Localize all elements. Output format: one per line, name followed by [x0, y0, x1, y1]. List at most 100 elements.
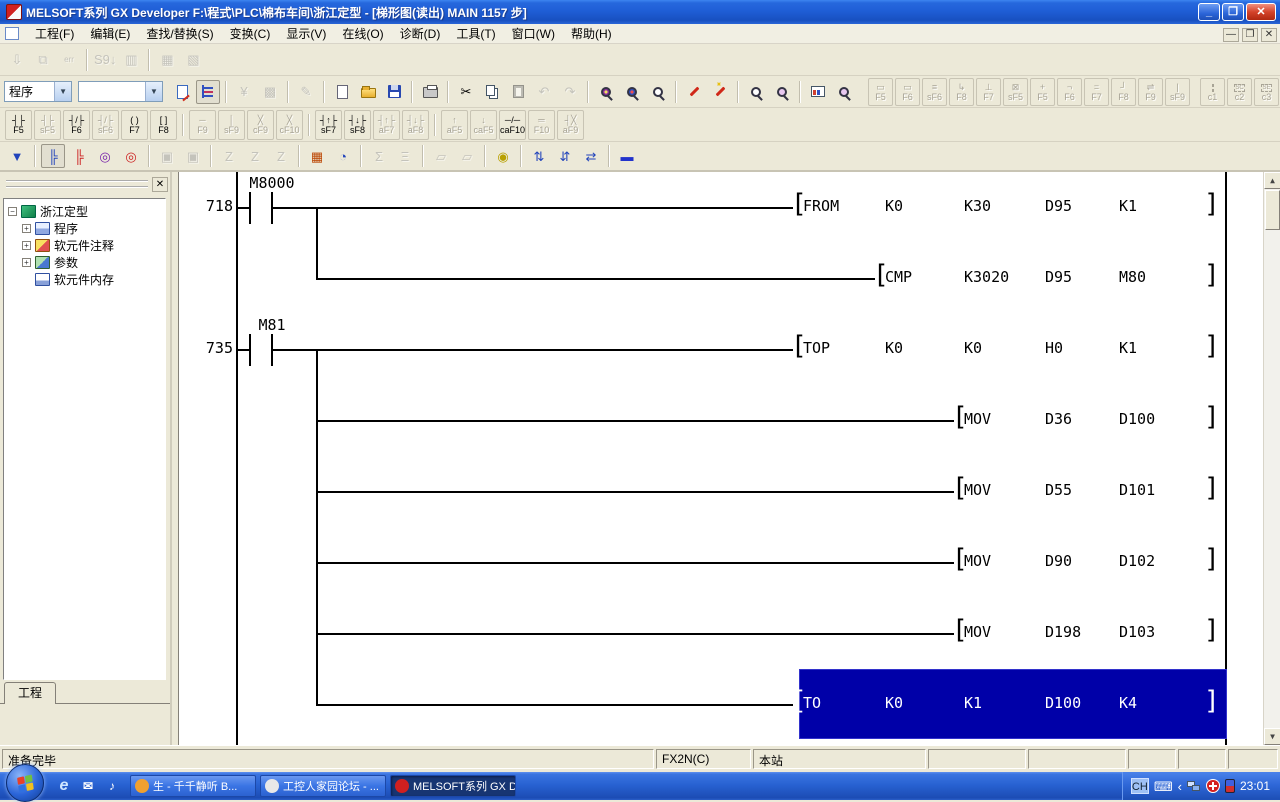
- zoom-in-button[interactable]: [770, 80, 794, 104]
- instruction-operand[interactable]: D95: [1045, 268, 1072, 286]
- write-mode-button[interactable]: ╠: [67, 144, 91, 168]
- instruction-operand[interactable]: M80: [1119, 268, 1146, 286]
- expand-icon[interactable]: +: [22, 241, 31, 250]
- tree-item-0[interactable]: +程序: [8, 220, 165, 237]
- falling-pulse-op-button[interactable]: ↓caF5: [470, 110, 497, 140]
- rising-pulse-op-button[interactable]: ↑aF5: [441, 110, 468, 140]
- delete-row-button[interactable]: ⇵: [553, 144, 577, 168]
- task-button-1[interactable]: 工控人家园论坛 - ...: [260, 775, 386, 797]
- quick-launch-outlook[interactable]: ✉: [78, 776, 98, 796]
- keyboard-icon[interactable]: ⌨: [1154, 780, 1173, 793]
- menu-item-4[interactable]: 显示(V): [278, 25, 334, 43]
- delete-vertical-line-button[interactable]: ╳cF10: [276, 110, 303, 140]
- network-icon[interactable]: [1187, 781, 1201, 792]
- tree-item-1[interactable]: +软元件注释: [8, 237, 165, 254]
- mdi-child-icon[interactable]: [5, 27, 19, 40]
- close-button[interactable]: ✕: [1246, 3, 1276, 21]
- vertical-line-button[interactable]: │sF9: [218, 110, 245, 140]
- copy-button[interactable]: [480, 80, 504, 104]
- instruction-operand[interactable]: D102: [1119, 552, 1155, 570]
- start-button[interactable]: [6, 764, 44, 802]
- contact-label[interactable]: M81: [227, 316, 317, 334]
- device-test-button[interactable]: ▼: [5, 144, 29, 168]
- falling-pulse-button[interactable]: ┤↓├sF8: [344, 110, 371, 140]
- collapse-icon[interactable]: −: [8, 207, 17, 216]
- menu-item-1[interactable]: 编辑(E): [82, 25, 138, 43]
- parallel-rising-pulse-button[interactable]: ┤↑├aF7: [373, 110, 400, 140]
- blank-combo[interactable]: ▼: [78, 81, 163, 102]
- zoom-out-button[interactable]: [744, 80, 768, 104]
- menu-item-5[interactable]: 在线(O): [334, 25, 391, 43]
- language-indicator[interactable]: CH: [1131, 778, 1149, 794]
- instruction-operand[interactable]: K1: [1119, 339, 1137, 357]
- print-button[interactable]: [418, 80, 442, 104]
- task-button-2[interactable]: MELSOFT系列 GX De...: [390, 775, 516, 797]
- instruction-name[interactable]: TO: [803, 694, 821, 712]
- menu-item-3[interactable]: 变换(C): [222, 25, 279, 43]
- project-data-list-button[interactable]: [170, 80, 194, 104]
- instruction-list-button[interactable]: ▬: [615, 144, 639, 168]
- parallel-falling-pulse-button[interactable]: ┤↓├aF8: [402, 110, 429, 140]
- find-string-button[interactable]: [646, 80, 670, 104]
- instruction-close-bracket[interactable]: ]: [1204, 404, 1220, 430]
- instruction-operand[interactable]: D36: [1045, 410, 1072, 428]
- coil-button[interactable]: ( )F7: [121, 110, 148, 140]
- instruction-operand[interactable]: D55: [1045, 481, 1072, 499]
- scrollbar-thumb[interactable]: [1265, 190, 1280, 230]
- instruction-close-bracket[interactable]: ]: [1204, 688, 1220, 714]
- instruction-operand[interactable]: K3020: [964, 268, 1009, 286]
- tab-project[interactable]: 工程: [4, 682, 56, 704]
- insert-column-button[interactable]: ⇄: [579, 144, 603, 168]
- mdi-minimize-button[interactable]: —: [1223, 28, 1239, 42]
- instruction-name[interactable]: MOV: [964, 552, 991, 570]
- circuit-search-button[interactable]: [832, 80, 856, 104]
- invert-operation-button[interactable]: ─/─caF10: [499, 110, 526, 140]
- menu-item-9[interactable]: 帮助(H): [563, 25, 620, 43]
- parallel-closed-contact-button[interactable]: ┤/├sF6: [92, 110, 119, 140]
- mdi-close-button[interactable]: ✕: [1261, 28, 1277, 42]
- tray-app-icon[interactable]: [1225, 779, 1235, 793]
- quick-launch-media[interactable]: ♪: [102, 776, 122, 796]
- menu-item-8[interactable]: 窗口(W): [504, 25, 563, 43]
- delete-line-button[interactable]: ┤╳aF9: [557, 110, 584, 140]
- instruction-operand[interactable]: D100: [1045, 694, 1081, 712]
- find-contact-coil-button[interactable]: ◉: [491, 144, 515, 168]
- expand-icon[interactable]: +: [22, 224, 31, 233]
- program-combo[interactable]: 程序 ▼: [4, 81, 72, 102]
- expand-icon[interactable]: +: [22, 258, 31, 267]
- instruction-operand[interactable]: K0: [885, 197, 903, 215]
- menu-item-7[interactable]: 工具(T): [448, 25, 503, 43]
- instruction-name[interactable]: MOV: [964, 623, 991, 641]
- menu-item-0[interactable]: 工程(F): [27, 25, 82, 43]
- tree-item-root[interactable]: −浙江定型: [8, 203, 165, 220]
- quick-launch-ie[interactable]: e: [54, 776, 74, 796]
- instruction-close-bracket[interactable]: ]: [1204, 333, 1220, 359]
- delete-horizontal-line-button[interactable]: ╳cF9: [247, 110, 274, 140]
- read-mode-button[interactable]: ╠: [41, 144, 65, 168]
- mdi-restore-button[interactable]: ❐: [1242, 28, 1258, 42]
- instruction-operand[interactable]: D100: [1119, 410, 1155, 428]
- scroll-down-button[interactable]: ▼: [1264, 728, 1280, 745]
- open-project-button[interactable]: [356, 80, 380, 104]
- contact-label[interactable]: M8000: [227, 174, 317, 192]
- find-device-button[interactable]: [620, 80, 644, 104]
- chevron-down-icon[interactable]: ▼: [145, 82, 162, 101]
- monitor-condition-button[interactable]: ◔: [331, 144, 355, 168]
- replace-string-button[interactable]: [708, 80, 732, 104]
- save-project-button[interactable]: [382, 80, 406, 104]
- menu-item-2[interactable]: 查找/替换(S): [138, 25, 221, 43]
- task-button-0[interactable]: 生 - 千千静听 B...: [130, 775, 256, 797]
- instruction-operand[interactable]: D90: [1045, 552, 1072, 570]
- instruction-close-bracket[interactable]: ]: [1204, 546, 1220, 572]
- instruction-operand[interactable]: D95: [1045, 197, 1072, 215]
- instruction-operand[interactable]: K30: [964, 197, 991, 215]
- panel-close-button[interactable]: ✕: [152, 177, 168, 192]
- application-instruction-button[interactable]: [ ]F8: [150, 110, 177, 140]
- instruction-close-bracket[interactable]: ]: [1204, 191, 1220, 217]
- ladder-editor[interactable]: ▲ ▼ 718M8000[FROMK0K30D95K1][CMPK3020D95…: [178, 172, 1280, 745]
- horizontal-line-button[interactable]: ─F9: [189, 110, 216, 140]
- instruction-operand[interactable]: K0: [885, 694, 903, 712]
- parallel-open-contact-button[interactable]: ┤├sF5: [34, 110, 61, 140]
- monitor-write-mode-button[interactable]: ◎: [119, 144, 143, 168]
- panel-drag-grip[interactable]: [6, 180, 148, 188]
